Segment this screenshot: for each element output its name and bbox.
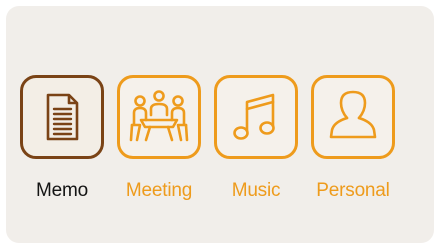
music-tile[interactable] bbox=[214, 75, 298, 159]
memo-document-icon bbox=[46, 93, 79, 141]
meeting-people-icon bbox=[129, 90, 189, 142]
person-icon bbox=[329, 90, 377, 139]
personal-label: Personal bbox=[316, 180, 390, 201]
memo-tile[interactable] bbox=[20, 75, 104, 159]
category-picker-panel: Memo Meeting Music Personal bbox=[6, 6, 434, 243]
music-note-icon bbox=[233, 93, 275, 140]
music-label: Music bbox=[231, 180, 281, 201]
meeting-label: Meeting bbox=[125, 180, 193, 201]
meeting-tile[interactable] bbox=[117, 75, 201, 159]
memo-label: Memo bbox=[36, 180, 88, 201]
personal-tile[interactable] bbox=[311, 75, 395, 159]
